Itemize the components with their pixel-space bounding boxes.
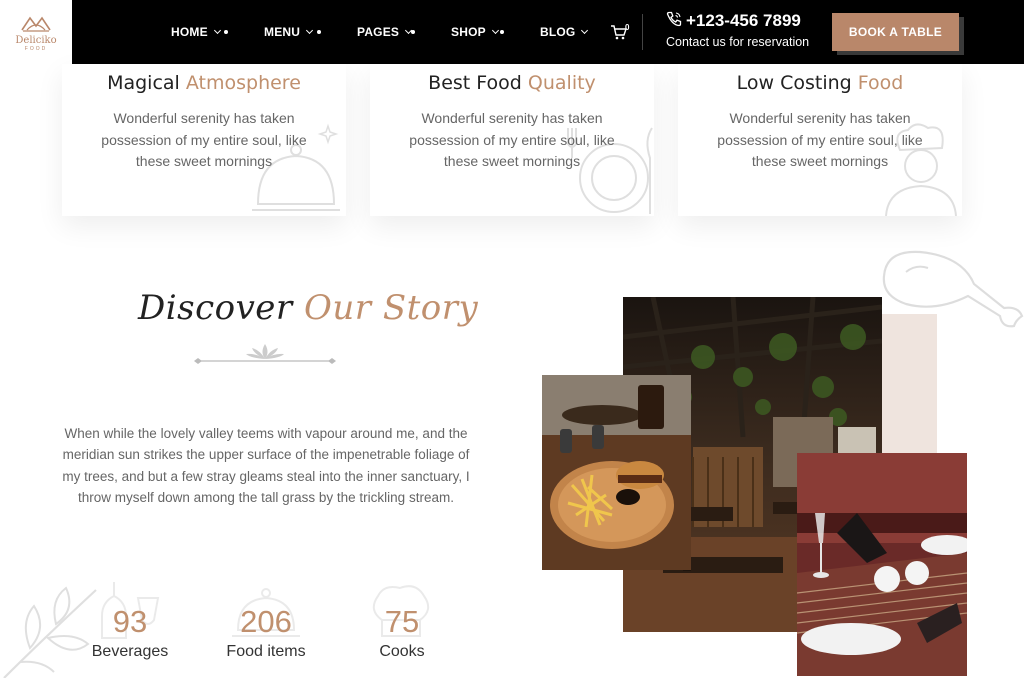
story-title-plain: Discover: [138, 288, 293, 328]
story-paragraph: When while the lovely valley teems with …: [62, 426, 470, 505]
feature-text: Wonderful serenity has taken possession …: [717, 110, 923, 169]
phone-caption: Contact us for reservation: [666, 35, 810, 49]
feature-card-cost: Low Costing Food Wonderful serenity has …: [678, 64, 962, 216]
chevron-down-icon: [491, 26, 499, 35]
feature-card-atmosphere: Magical Atmosphere Wonderful serenity ha…: [62, 64, 346, 216]
nav-divider: [642, 14, 643, 50]
logo-tagline: FOOD: [24, 46, 48, 52]
stat-value: 93: [112, 604, 148, 639]
cart-count-badge: 0: [625, 23, 630, 32]
stat-beverages: 93 Beverages: [84, 604, 176, 662]
stat-value: 206: [240, 604, 292, 639]
feature-title: Low Costing Food: [678, 72, 962, 94]
feature-title-accent: Quality: [527, 72, 596, 94]
stat-cooks: 75 Cooks: [362, 604, 442, 662]
ornament-divider-icon: [194, 344, 336, 364]
feature-card-quality: Best Food Quality Wonderful serenity has…: [370, 64, 654, 216]
nav-item-label: SHOP: [451, 25, 486, 39]
table-setting-photo: [797, 453, 967, 676]
feature-title-plain: Magical: [107, 72, 180, 94]
book-a-table-button[interactable]: BOOK A TABLE: [832, 13, 959, 51]
burger-and-fries-photo: [542, 375, 691, 570]
feature-title-accent: Food: [857, 72, 904, 94]
nav-item-label: MENU: [264, 25, 301, 39]
logo-text: Deliciko: [15, 35, 57, 46]
top-nav: Deliciko FOOD HOME MENU PAGES SHOP BLOG: [0, 0, 1024, 64]
nav-item-label: PAGES: [357, 25, 400, 39]
feature-title-plain: Best Food: [428, 72, 522, 94]
photo-backdrop-block: [880, 314, 937, 454]
chevron-down-icon: [213, 26, 221, 35]
feature-title: Best Food Quality: [370, 72, 654, 94]
nav-item-blog[interactable]: BLOG: [540, 25, 589, 39]
story-title-accent: Our Story: [304, 288, 479, 328]
nav-dot: [500, 30, 504, 34]
feature-text: Wonderful serenity has taken possession …: [101, 110, 307, 169]
nav-dot: [317, 30, 321, 34]
phone-number[interactable]: +123-456 7899: [686, 11, 801, 31]
nav-item-home[interactable]: HOME: [171, 25, 221, 39]
stat-food-items: 206 Food items: [216, 604, 316, 662]
chevron-down-icon: [306, 26, 314, 35]
stat-value: 75: [384, 604, 420, 639]
story-heading: Discover Our Story: [138, 288, 478, 328]
logo-icon: [21, 16, 51, 32]
nav-item-label: HOME: [171, 25, 208, 39]
nav-dot: [224, 30, 228, 34]
nav-item-menu[interactable]: MENU: [264, 25, 314, 39]
nav-dot: [411, 30, 415, 34]
nav-item-label: BLOG: [540, 25, 576, 39]
feature-title-plain: Low Costing: [736, 72, 852, 94]
feature-title-accent: Atmosphere: [185, 72, 301, 94]
logo[interactable]: Deliciko FOOD: [0, 0, 72, 64]
feature-text: Wonderful serenity has taken possession …: [409, 110, 615, 169]
nav-item-shop[interactable]: SHOP: [451, 25, 499, 39]
nav-item-pages[interactable]: PAGES: [357, 25, 413, 39]
chevron-down-icon: [581, 26, 589, 35]
stat-label: Food items: [226, 643, 306, 660]
stat-label: Beverages: [91, 643, 169, 660]
feature-title: Magical Atmosphere: [62, 72, 346, 94]
phone-icon: [666, 11, 682, 27]
stat-label: Cooks: [379, 643, 425, 660]
